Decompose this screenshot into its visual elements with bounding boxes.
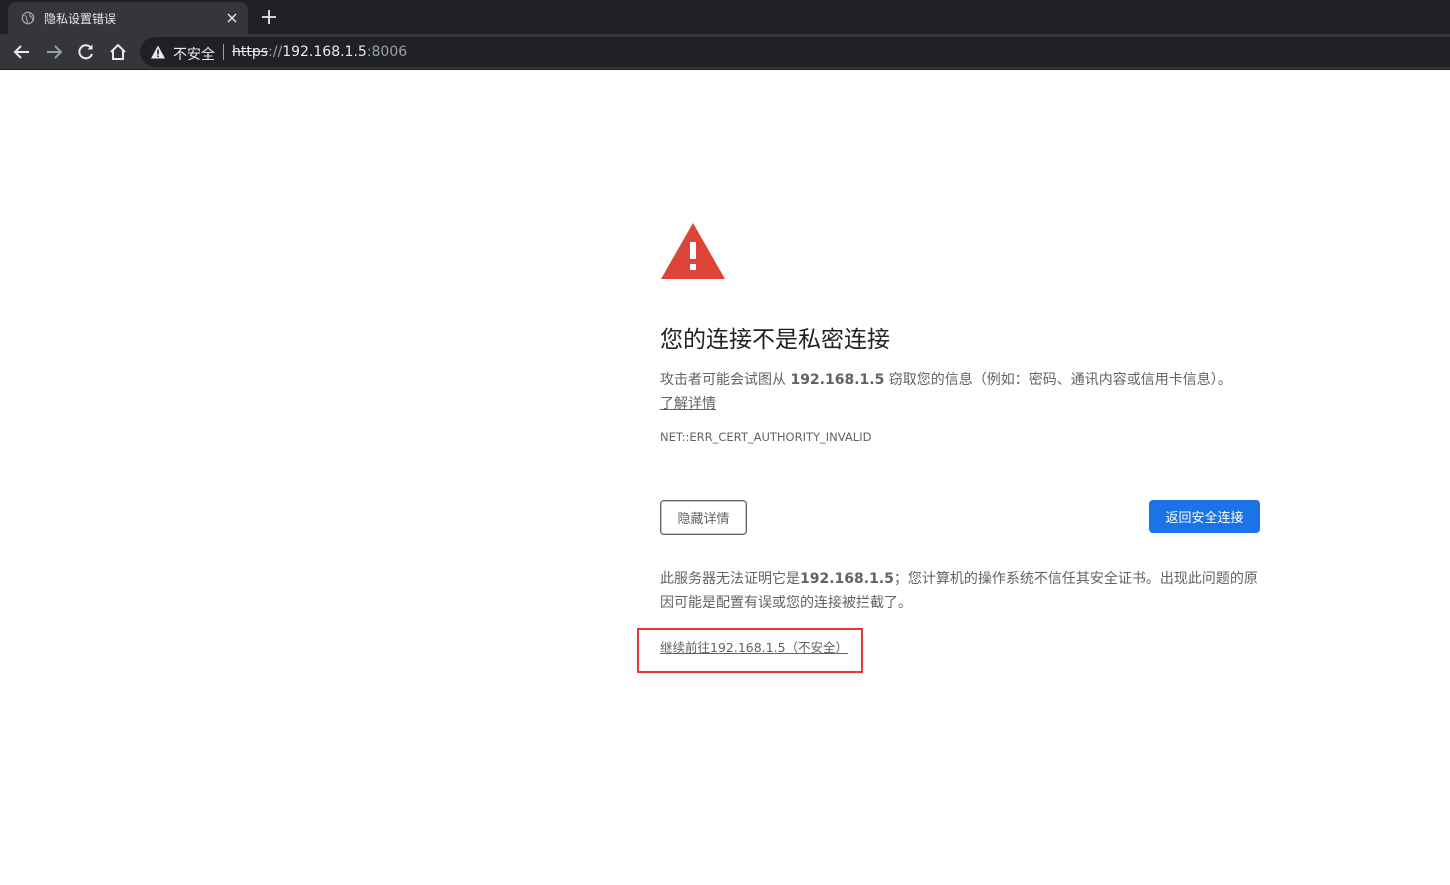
hide-details-button[interactable]: 隐藏详情 xyxy=(660,500,747,535)
learn-more-link[interactable]: 了解详情 xyxy=(660,396,716,412)
browser-tab[interactable]: 隐私设置错误 xyxy=(8,2,248,34)
security-status-label[interactable]: 不安全 xyxy=(173,44,215,64)
highlight-annotation-box xyxy=(637,628,863,673)
url-text[interactable]: https://192.168.1.5:8006 xyxy=(232,44,407,60)
page-heading: 您的连接不是私密连接 xyxy=(660,327,890,353)
details-text-before: 此服务器无法证明它是 xyxy=(660,571,800,587)
arrow-right-icon[interactable] xyxy=(44,42,64,62)
reload-icon[interactable] xyxy=(76,42,96,62)
omnibox-divider xyxy=(223,44,224,60)
arrow-left-icon[interactable] xyxy=(12,42,32,62)
browser-toolbar: 不安全 https://192.168.1.5:8006 xyxy=(0,34,1450,70)
globe-icon xyxy=(21,11,35,25)
back-to-safety-button[interactable]: 返回安全连接 xyxy=(1149,500,1260,533)
primary-host: 192.168.1.5 xyxy=(790,372,885,388)
details-host: 192.168.1.5 xyxy=(800,571,894,587)
warning-triangle-icon[interactable] xyxy=(150,44,166,60)
url-host: 192.168.1.5 xyxy=(282,44,367,60)
address-bar[interactable]: 不安全 https://192.168.1.5:8006 xyxy=(140,37,1450,67)
error-code: NET::ERR_CERT_AUTHORITY_INVALID xyxy=(660,430,872,444)
warning-triangle-icon xyxy=(661,223,725,279)
close-icon[interactable] xyxy=(224,10,240,26)
primary-paragraph: 攻击者可能会试图从 192.168.1.5 窃取您的信息（例如：密码、通讯内容或… xyxy=(660,368,1270,416)
home-icon[interactable] xyxy=(108,42,128,62)
tab-title: 隐私设置错误 xyxy=(44,12,117,26)
url-scheme: https xyxy=(232,44,269,60)
primary-text-after: 窃取您的信息（例如：密码、通讯内容或信用卡信息）。 xyxy=(884,372,1232,388)
plus-icon[interactable] xyxy=(260,8,278,26)
primary-text-before: 攻击者可能会试图从 xyxy=(660,372,791,388)
browser-titlebar: 隐私设置错误 xyxy=(0,0,1450,34)
details-paragraph: 此服务器无法证明它是192.168.1.5；您计算机的操作系统不信任其安全证书。… xyxy=(660,567,1260,615)
url-separator: :// xyxy=(268,44,283,60)
url-port: :8006 xyxy=(366,44,408,60)
